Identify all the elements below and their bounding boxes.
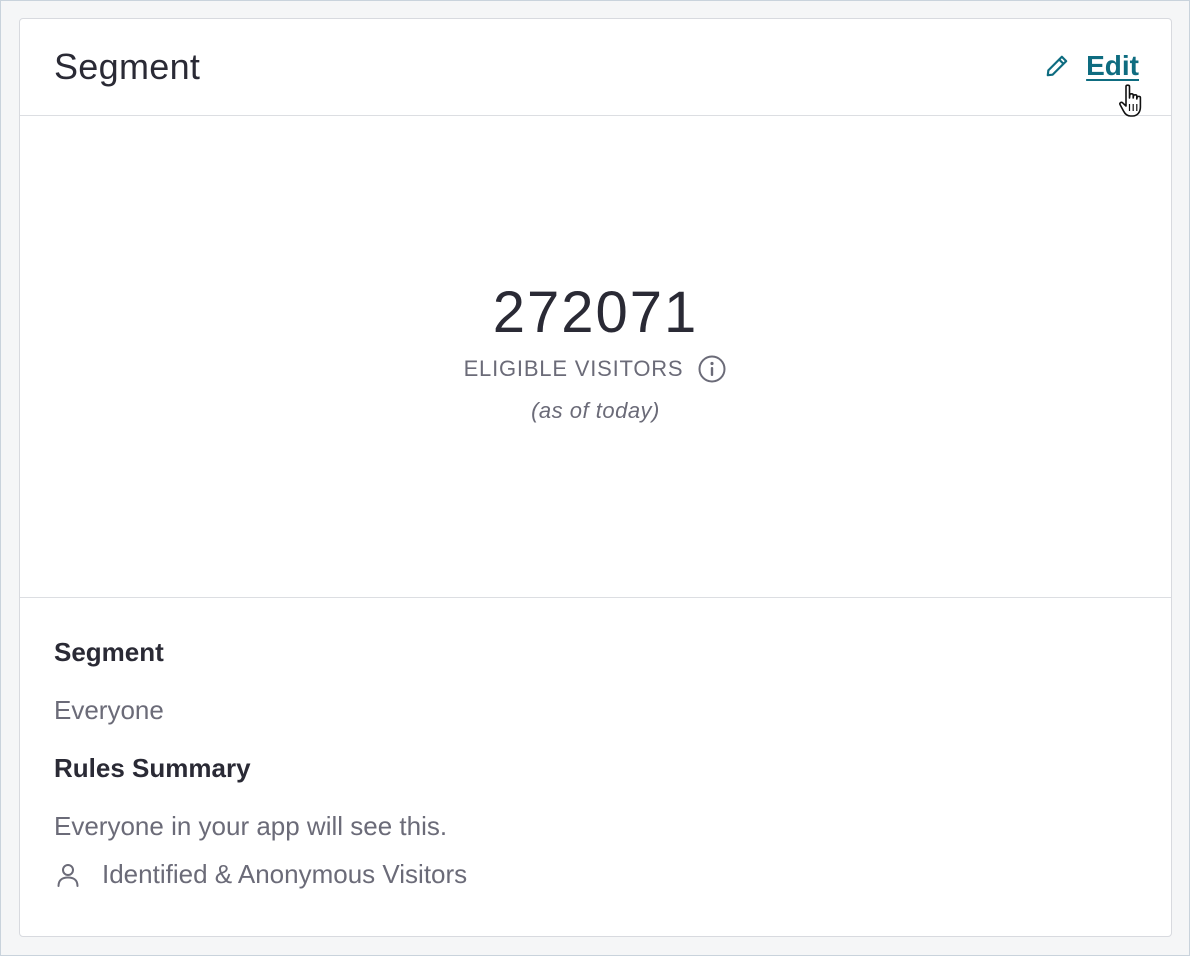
person-icon [57,863,79,887]
visitors-label: ELIGIBLE VISITORS [463,356,684,381]
edit-button[interactable]: Edit [1044,49,1139,83]
pencil-icon [1046,55,1068,77]
as-of-text: (as of today) [531,398,660,423]
visitor-count: 272071 [492,280,699,345]
visitors-label-row: ELIGIBLE VISITORS [20,354,1171,384]
visitor-type-label: Identified & Anonymous Visitors [102,859,468,889]
page-frame: Segment Edit 272071 ELIGIBLE VISITORS (a… [0,0,1190,956]
rules-summary-text: Everyone in your app will see this. [54,811,448,841]
card-title: Segment [54,46,201,87]
edit-label: Edit [1086,50,1139,81]
hand-pointer-cursor [1119,84,1142,117]
info-icon[interactable] [697,354,727,384]
visitor-type-row: Identified & Anonymous Visitors [54,859,467,890]
segment-value: Everyone [54,695,164,725]
card-header: Segment Edit [20,19,1171,116]
eligible-visitors-panel: 272071 ELIGIBLE VISITORS (as of today) [20,116,1171,598]
segment-card: Segment Edit 272071 ELIGIBLE VISITORS (a… [19,18,1172,937]
segment-heading: Segment [54,637,164,667]
rules-summary-heading: Rules Summary [54,753,251,783]
